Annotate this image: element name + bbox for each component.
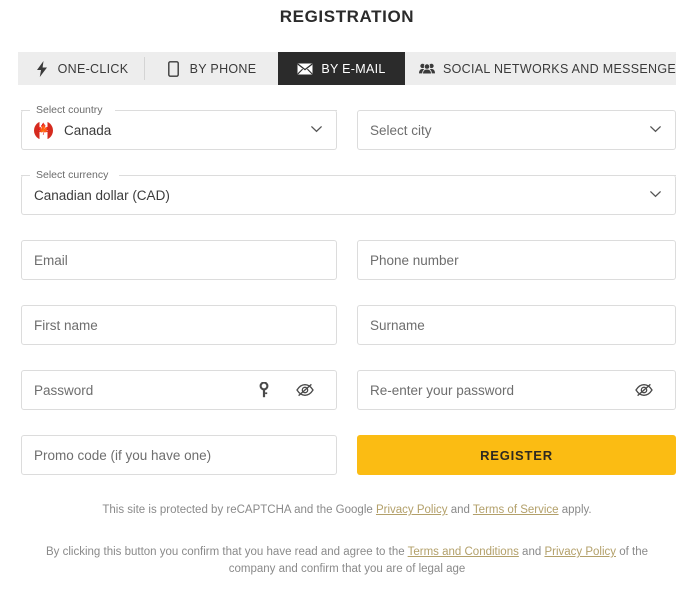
confirm-password-field[interactable]: Re-enter your password [357, 370, 676, 410]
country-select[interactable]: Select country 🍁 Canada [21, 104, 337, 150]
first-name-field-placeholder: First name [34, 317, 98, 333]
tab-by-phone-label: BY PHONE [189, 61, 257, 76]
recaptcha-notice-middle: and [447, 504, 473, 516]
city-select-placeholder: Select city [370, 122, 432, 138]
surname-field[interactable]: Surname [357, 305, 676, 345]
google-terms-of-service-link[interactable]: Terms of Service [473, 504, 559, 516]
currency-select-label: Select currency [32, 169, 113, 181]
recaptcha-notice-prefix: This site is protected by reCAPTCHA and … [102, 504, 376, 516]
registration-page: REGISTRATION ONE-CLICK BY PHONE BY E-MAI… [0, 0, 694, 601]
tab-social-networks[interactable]: SOCIAL NETWORKS AND MESSENGERS [405, 52, 676, 85]
envelope-icon [297, 61, 313, 77]
tab-one-click[interactable]: ONE-CLICK [18, 52, 144, 85]
password-field[interactable]: Password [21, 370, 337, 410]
key-icon[interactable] [255, 381, 273, 399]
chevron-down-icon [311, 126, 322, 133]
phone-field[interactable]: Phone number [357, 240, 676, 280]
tab-social-networks-label: SOCIAL NETWORKS AND MESSENGERS [443, 61, 676, 76]
register-button[interactable]: REGISTER [357, 435, 676, 475]
confirm-password-field-placeholder: Re-enter your password [370, 382, 515, 398]
page-title: REGISTRATION [279, 7, 415, 26]
company-privacy-policy-link[interactable]: Privacy Policy [544, 546, 616, 558]
first-name-field[interactable]: First name [21, 305, 337, 345]
promo-code-field[interactable]: Promo code (if you have one) [21, 435, 337, 475]
chevron-down-icon [650, 191, 661, 198]
terms-notice-middle: and [518, 546, 545, 558]
terms-notice: By clicking this button you confirm that… [0, 544, 694, 578]
recaptcha-notice-suffix: apply. [558, 504, 592, 516]
tab-by-phone[interactable]: BY PHONE [144, 52, 278, 85]
country-select-value: Canada [64, 122, 112, 138]
phone-field-placeholder: Phone number [370, 252, 459, 268]
lightning-bolt-icon [34, 60, 50, 77]
tab-by-email[interactable]: BY E-MAIL [278, 52, 405, 85]
country-select-label: Select country [32, 104, 107, 116]
canada-flag-icon: 🍁 [34, 120, 53, 140]
terms-notice-prefix: By clicking this button you confirm that… [46, 546, 408, 558]
email-field-placeholder: Email [34, 252, 68, 268]
google-privacy-policy-link[interactable]: Privacy Policy [376, 504, 448, 516]
promo-code-field-placeholder: Promo code (if you have one) [34, 447, 212, 463]
registration-method-tabs: ONE-CLICK BY PHONE BY E-MAIL SOCIAL NETW… [18, 52, 676, 85]
city-select[interactable]: Select city [357, 110, 676, 150]
people-group-icon [419, 61, 435, 77]
password-field-placeholder: Password [34, 382, 94, 398]
tab-one-click-label: ONE-CLICK [57, 61, 129, 76]
currency-select[interactable]: Select currency Canadian dollar (CAD) [21, 169, 676, 215]
eye-off-icon[interactable] [296, 381, 314, 399]
surname-field-placeholder: Surname [370, 317, 425, 333]
email-field[interactable]: Email [21, 240, 337, 280]
tab-by-email-label: BY E-MAIL [321, 61, 386, 76]
mobile-phone-icon [166, 60, 182, 77]
terms-and-conditions-link[interactable]: Terms and Conditions [408, 546, 519, 558]
recaptcha-notice: This site is protected by reCAPTCHA and … [0, 502, 694, 519]
eye-off-icon[interactable] [635, 381, 653, 399]
chevron-down-icon [650, 126, 661, 133]
currency-select-value: Canadian dollar (CAD) [34, 187, 170, 203]
